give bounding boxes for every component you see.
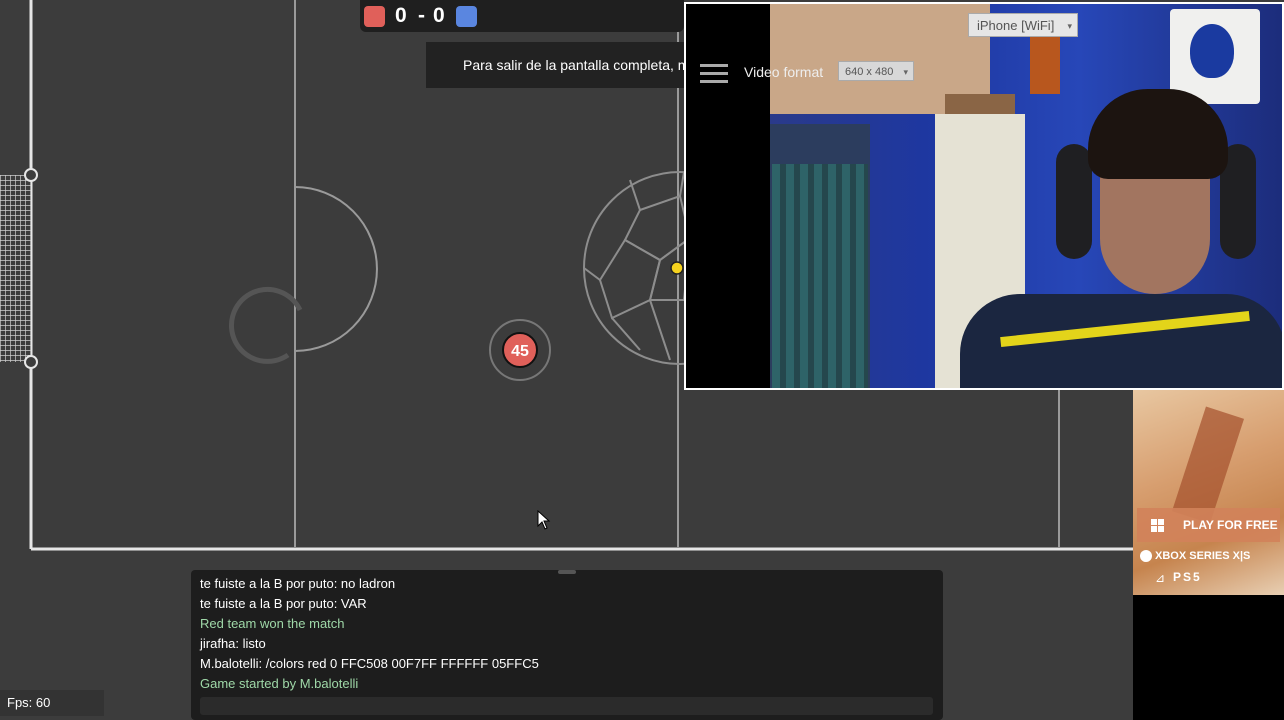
chevron-down-icon: ▾ <box>903 67 908 77</box>
xbox-icon <box>1140 550 1152 562</box>
fps-counter: Fps: 60 <box>0 690 104 716</box>
play-for-free-button[interactable]: PLAY FOR FREE <box>1137 508 1280 542</box>
camera-device-value: iPhone [WiFi] <box>977 18 1055 33</box>
xbox-label: XBOX SERIES X|S <box>1155 550 1251 562</box>
ad-area-empty <box>1133 595 1284 720</box>
webcam-overlay: Video format 640 x 480 ▾ iPhone [WiFi] ▾ <box>684 2 1284 390</box>
goal-post-bottom <box>24 355 38 369</box>
video-format-label: Video format <box>744 64 824 80</box>
chat-system-message: Game started by M.balotelli <box>200 676 359 691</box>
mouse-cursor-icon <box>537 510 551 530</box>
red-team-color-icon <box>364 6 385 27</box>
camera-device-select[interactable]: iPhone [WiFi] ▾ <box>968 13 1078 37</box>
chat-resize-handle[interactable] <box>558 570 576 574</box>
ps5-label: PS5 <box>1173 570 1202 584</box>
windows-icon <box>1151 519 1164 532</box>
chat-input[interactable] <box>200 697 933 715</box>
play-for-free-label: PLAY FOR FREE <box>1183 518 1278 532</box>
video-format-value: 640 x 480 <box>845 66 894 78</box>
red-score: 0 <box>395 4 407 27</box>
chat-message: jirafha: listo <box>200 636 266 651</box>
chat-message: te fuiste a la B por puto: VAR <box>200 596 367 611</box>
center-arc <box>294 186 378 352</box>
score-separator: - <box>418 4 425 27</box>
chat-message: te fuiste a la B por puto: no ladron <box>200 576 396 591</box>
loading-spinner-icon <box>228 286 303 364</box>
chat-system-message: Red team won the match <box>200 616 345 631</box>
goal-net <box>0 175 31 362</box>
player-disc: 45 <box>489 319 551 381</box>
blue-score: 0 <box>433 4 445 27</box>
fullscreen-exit-message: Para salir de la pantalla completa, m <box>426 42 684 88</box>
chat-panel: te fuiste a la B por puto: no ladron te … <box>191 570 943 720</box>
goal-post-top <box>24 168 38 182</box>
playstation-icon: ⊿ <box>1155 571 1166 585</box>
webcam-menu-icon[interactable] <box>700 64 728 84</box>
video-format-select[interactable]: 640 x 480 ▾ <box>838 61 914 81</box>
ball <box>670 261 684 275</box>
ad-banner[interactable]: PLAY FOR FREE XBOX SERIES X|S ⊿ PS5 <box>1133 390 1284 595</box>
chat-message: M.balotelli: /colors red 0 FFC508 00F7FF… <box>200 656 539 671</box>
player-number: 45 <box>511 343 529 360</box>
blue-team-color-icon <box>456 6 477 27</box>
chevron-down-icon: ▾ <box>1067 21 1072 31</box>
scoreboard: 0 - 0 <box>360 0 684 32</box>
